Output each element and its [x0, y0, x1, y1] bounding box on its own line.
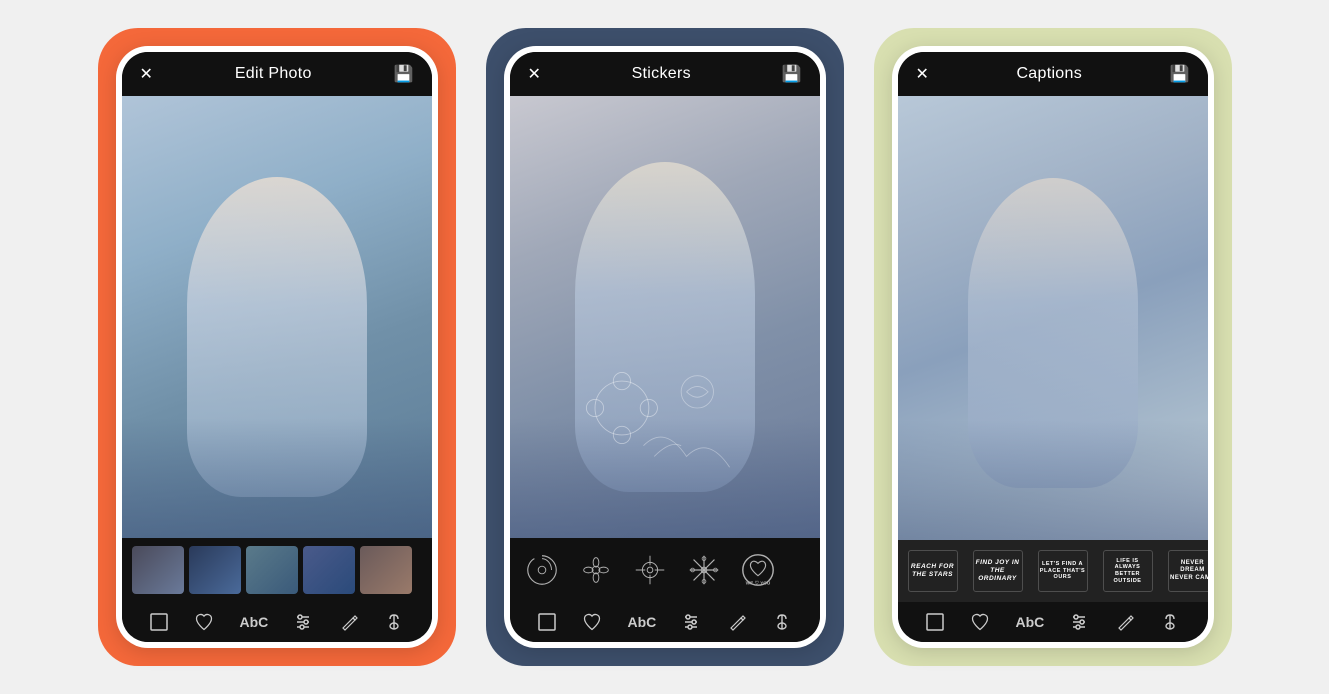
phone-edit-photo: ✕ Edit Photo 💾	[98, 28, 456, 666]
filter-tool-2[interactable]	[772, 612, 792, 632]
crop-tool-2[interactable]	[537, 612, 557, 632]
bottom-bar-3: AbC	[898, 602, 1208, 642]
draw-tool-3[interactable]	[1115, 612, 1135, 632]
thumbnail-strip	[122, 538, 432, 602]
close-icon-1[interactable]: ✕	[140, 64, 153, 84]
caption-item-2[interactable]: find joy in the ordinary	[967, 546, 1029, 596]
photo-area-3	[898, 96, 1208, 540]
close-icon-3[interactable]: ✕	[916, 64, 929, 84]
crop-tool-3[interactable]	[925, 612, 945, 632]
caption-text-1: reach for the stars	[908, 550, 958, 592]
filter-tool-3[interactable]	[1160, 612, 1180, 632]
save-icon-2[interactable]: 💾	[782, 64, 802, 84]
phone-captions: ✕ Captions 💾 reach for the stars find jo…	[874, 28, 1232, 666]
title-1: Edit Photo	[235, 65, 312, 83]
thumbnail-2[interactable]	[189, 546, 241, 594]
favorite-tool[interactable]	[194, 612, 214, 632]
thumbnail-4[interactable]	[303, 546, 355, 594]
top-bar-2: ✕ Stickers 💾	[510, 52, 820, 96]
caption-text-3: LET'S FIND A PLACE THAT'S OURS	[1038, 550, 1088, 592]
crop-tool[interactable]	[149, 612, 169, 632]
phone-screen-3: ✕ Captions 💾 reach for the stars find jo…	[898, 52, 1208, 642]
bottom-bar-1: AbC	[122, 602, 432, 642]
draw-tool[interactable]	[339, 612, 359, 632]
adjust-tool-2[interactable]	[681, 612, 701, 632]
sticker-floral[interactable]	[570, 546, 622, 594]
sticker-strip: WE ♡ YOU	[510, 538, 820, 602]
phone-outer-2: ✕ Stickers 💾	[504, 46, 826, 648]
title-3: Captions	[1016, 65, 1082, 83]
city-silhouette-2	[510, 418, 820, 538]
adjust-tool[interactable]	[293, 612, 313, 632]
favorite-tool-3[interactable]	[970, 612, 990, 632]
thumbnail-3[interactable]	[246, 546, 298, 594]
bottom-bar-2: AbC	[510, 602, 820, 642]
city-silhouette-3	[898, 420, 1208, 540]
phone-screen-2: ✕ Stickers 💾	[510, 52, 820, 642]
caption-item-4[interactable]: LIFE IS ALWAYS BETTER OUTSIDE	[1097, 546, 1159, 596]
adjust-tool-3[interactable]	[1069, 612, 1089, 632]
save-icon-3[interactable]: 💾	[1170, 64, 1190, 84]
draw-tool-2[interactable]	[727, 612, 747, 632]
caption-item-1[interactable]: reach for the stars	[902, 546, 964, 596]
phone-screen-1: ✕ Edit Photo 💾	[122, 52, 432, 642]
phone-outer-3: ✕ Captions 💾 reach for the stars find jo…	[892, 46, 1214, 648]
phone-stickers: ✕ Stickers 💾	[486, 28, 844, 666]
sticker-ornament[interactable]	[624, 546, 676, 594]
text-tool-2[interactable]: AbC	[628, 614, 657, 630]
text-tool[interactable]: AbC	[240, 614, 269, 630]
phone-outer-1: ✕ Edit Photo 💾	[116, 46, 438, 648]
thumbnail-5[interactable]	[360, 546, 412, 594]
photo-area-2	[510, 96, 820, 538]
filter-tool[interactable]	[384, 612, 404, 632]
sticker-snowflake[interactable]	[678, 546, 730, 594]
caption-text-4: LIFE IS ALWAYS BETTER OUTSIDE	[1103, 550, 1153, 592]
top-bar-3: ✕ Captions 💾	[898, 52, 1208, 96]
title-2: Stickers	[632, 65, 691, 83]
save-icon-1[interactable]: 💾	[394, 64, 414, 84]
sticker-heart-badge[interactable]: WE ♡ YOU	[732, 546, 784, 594]
caption-item-3[interactable]: LET'S FIND A PLACE THAT'S OURS	[1032, 546, 1094, 596]
caption-text-2: find joy in the ordinary	[973, 550, 1023, 592]
close-icon-2[interactable]: ✕	[528, 64, 541, 84]
top-bar-1: ✕ Edit Photo 💾	[122, 52, 432, 96]
sticker-swirl[interactable]	[516, 546, 568, 594]
caption-item-5[interactable]: NEVER dream never came	[1162, 546, 1208, 596]
favorite-tool-2[interactable]	[582, 612, 602, 632]
caption-text-5: NEVER dream never came	[1168, 550, 1208, 592]
city-silhouette-1	[122, 418, 432, 538]
thumbnail-1[interactable]	[132, 546, 184, 594]
svg-text:WE ♡ YOU: WE ♡ YOU	[745, 580, 770, 586]
caption-strip: reach for the stars find joy in the ordi…	[898, 540, 1208, 602]
photo-area-1	[122, 96, 432, 538]
text-tool-3[interactable]: AbC	[1016, 614, 1045, 630]
